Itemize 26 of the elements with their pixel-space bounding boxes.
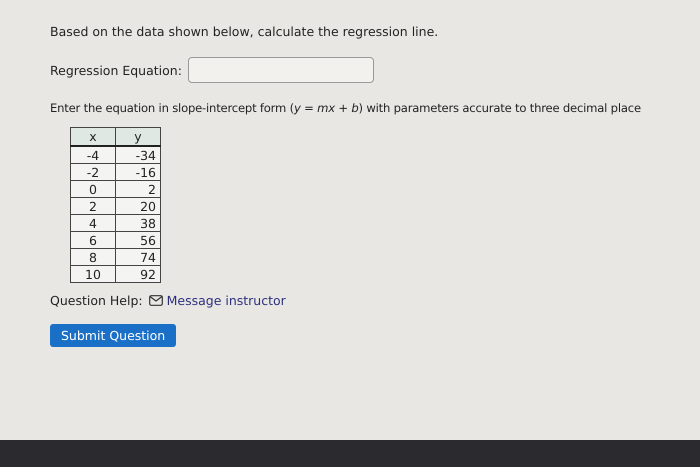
table-cell: 20 <box>116 198 160 214</box>
table-cell: 38 <box>116 214 160 232</box>
table-cell: 2 <box>116 180 160 198</box>
table-cell: 92 <box>116 266 160 282</box>
mail-icon <box>148 295 163 306</box>
message-instructor-link[interactable]: Message instructor <box>148 293 286 308</box>
table-cell: 10 <box>70 266 116 282</box>
table-cell: 56 <box>116 232 160 248</box>
table-cell: 74 <box>116 248 160 266</box>
column-header: y <box>116 128 160 146</box>
prompt-text: Based on the data shown below, calculate the regression line. <box>50 24 438 39</box>
column-header: x <box>70 128 116 146</box>
table-cell: -2 <box>70 164 116 180</box>
table-cell: 0 <box>70 180 116 198</box>
table-cell: -4 <box>70 146 116 164</box>
table-cell: 4 <box>70 214 116 232</box>
table-cell: -34 <box>116 146 160 164</box>
instruction-text: Enter the equation in slope-intercept form (y = mx + b) with parameters accurate to three decimal place <box>50 101 641 115</box>
field-label: Regression Equation: <box>50 62 182 78</box>
table-cell: -16 <box>116 164 160 180</box>
help-label: Question Help: <box>50 293 143 308</box>
submit-button[interactable]: Submit Question <box>50 324 176 347</box>
table-cell: 2 <box>70 198 116 214</box>
answer-field[interactable] <box>188 57 374 83</box>
table-cell: 6 <box>70 232 116 248</box>
table-cell: 8 <box>70 248 116 266</box>
